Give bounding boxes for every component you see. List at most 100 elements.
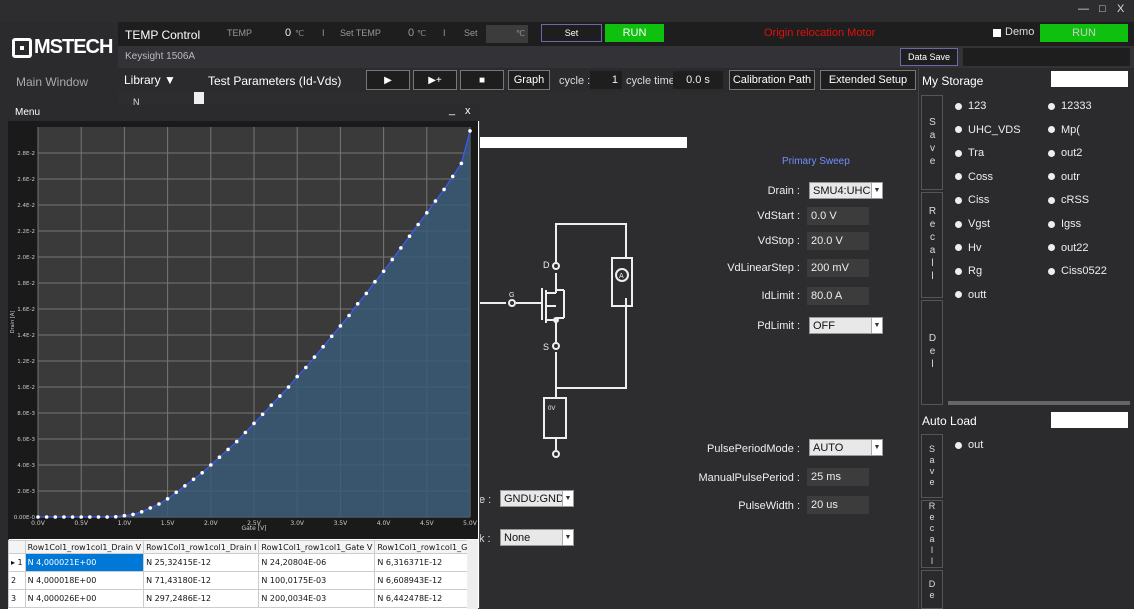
gndu-select[interactable]: GNDU:GND ▼	[500, 490, 574, 507]
table-cell[interactable]: 3	[8, 589, 26, 608]
storage-item-label: out22	[1061, 241, 1089, 254]
menu-titlebar[interactable]	[8, 105, 480, 121]
storage-item[interactable]: out2	[1048, 147, 1082, 159]
storage-item[interactable]: Igss	[1048, 218, 1081, 230]
y-tick-label: 2.8E-2	[17, 151, 35, 157]
autoload-item[interactable]: out	[955, 439, 983, 451]
pulse-width-input[interactable]: 20 us	[807, 496, 869, 514]
table-cell[interactable]: N 6,608943E-12	[374, 571, 474, 590]
storage-item[interactable]: 12333	[1048, 100, 1092, 112]
drain-select[interactable]: SMU4:UHC ▼	[809, 182, 883, 199]
data-point	[157, 502, 161, 506]
table-cell[interactable]: ▸ 1	[8, 553, 26, 572]
storage-search-input[interactable]	[1051, 71, 1128, 87]
table-header[interactable]: Row1Col1_row1col1_Gate I	[374, 540, 474, 554]
table-header[interactable]: Row1Col1_row1col1_Gate V	[258, 540, 376, 554]
storage-item[interactable]: Rg	[955, 265, 982, 277]
close-icon[interactable]: X	[1117, 3, 1124, 15]
data-point	[131, 512, 135, 517]
storage-del-label: Del	[927, 333, 938, 372]
vdlinear-input[interactable]: 200 mV	[807, 259, 869, 277]
autoload-save-button[interactable]: Save	[921, 434, 943, 498]
main-window-label[interactable]: Main Window	[16, 75, 88, 89]
cycle-input[interactable]: 1	[590, 71, 622, 89]
temp-set-button[interactable]: Set	[541, 24, 602, 42]
graph-button[interactable]: Graph	[508, 70, 550, 90]
table-cell[interactable]: N 297,2486E-12	[143, 589, 260, 608]
minimize-icon[interactable]: —	[1078, 3, 1089, 15]
storage-item[interactable]: outr	[1048, 171, 1080, 183]
table-scrollbar[interactable]	[467, 540, 478, 609]
table-header[interactable]: Row1Col1_row1col1_Drain V	[24, 540, 145, 554]
extended-setup-button[interactable]: Extended Setup	[820, 70, 916, 90]
path-input[interactable]	[476, 137, 687, 148]
library-button[interactable]: Library ▼	[124, 73, 176, 87]
table-header[interactable]: Row1Col1_row1col1_Drain I	[143, 540, 260, 554]
primary-sweep-label: Primary Sweep	[782, 156, 850, 167]
pdlimit-select[interactable]: OFF ▼	[809, 317, 883, 334]
none-select[interactable]: None ▼	[500, 529, 574, 546]
storage-item[interactable]: UHC_VDS	[955, 124, 1021, 136]
storage-scrollbar[interactable]	[948, 401, 1130, 405]
storage-item[interactable]: Ciss	[955, 194, 989, 206]
stop-button[interactable]: ■	[460, 70, 504, 90]
storage-item[interactable]: out22	[1048, 242, 1089, 254]
idlimit-input[interactable]: 80.0 A	[807, 287, 869, 305]
play-plus-button[interactable]: ▶+	[413, 70, 457, 90]
table-cell[interactable]: N 4,000021E+00	[24, 553, 145, 572]
storage-item[interactable]: Mp(	[1048, 124, 1080, 136]
demo-run-button[interactable]: RUN	[1040, 24, 1128, 42]
y-tick-label: 0.00E-0	[14, 515, 36, 521]
autoload-search-input[interactable]	[1051, 412, 1128, 428]
storage-del-button[interactable]: Del	[921, 300, 943, 405]
pulse-mode-select[interactable]: AUTO ▼	[809, 439, 883, 456]
storage-item[interactable]: Ciss0522	[1048, 265, 1107, 277]
pdlimit-select-value: OFF	[813, 320, 835, 332]
cycle-time-input[interactable]: 0.0 s	[673, 71, 723, 89]
table-cell[interactable]: N 4,000026E+00	[24, 589, 145, 608]
storage-item[interactable]: Coss	[955, 171, 993, 183]
table-row[interactable]: 3N 4,000026E+00 N 297,2486E-12 N 200,0034E…	[8, 589, 474, 608]
autoload-del-button[interactable]: De	[921, 570, 943, 609]
table-cell[interactable]: N 6,442478E-12	[374, 589, 474, 608]
table-cell[interactable]: 2	[8, 571, 26, 590]
storage-item[interactable]: outt	[955, 289, 986, 301]
table-cell[interactable]: N 24,20804E-06	[258, 553, 376, 572]
data-save-button[interactable]: Data Save	[900, 48, 958, 66]
data-point	[79, 515, 83, 519]
vdstop-input[interactable]: 20.0 V	[807, 232, 869, 250]
table-cell[interactable]: N 25,32415E-12	[143, 553, 260, 572]
table-row[interactable]: ▸ 1N 4,000021E+00 N 25,32415E-12 N 24,2080…	[8, 553, 474, 572]
storage-item[interactable]: Hv	[955, 242, 981, 254]
temp-run-button[interactable]: RUN	[605, 24, 664, 42]
play-button[interactable]: ▶	[366, 70, 410, 90]
table-row[interactable]: 2N 4,000018E+00 N 71,43180E-12 N 100,0175E…	[8, 571, 474, 590]
autoload-recall-button[interactable]: Recall	[921, 500, 943, 568]
table-cell[interactable]: N 71,43180E-12	[143, 571, 260, 590]
table-cell[interactable]: N 200,0034E-03	[258, 589, 376, 608]
manual-pulse-input[interactable]: 25 ms	[807, 468, 869, 486]
data-save-path[interactable]	[963, 48, 1130, 66]
table-header[interactable]	[8, 540, 26, 554]
autoload-title: Auto Load	[922, 414, 977, 428]
storage-item[interactable]: cRSS	[1048, 194, 1089, 206]
storage-item[interactable]: Tra	[955, 147, 984, 159]
chevron-down-icon: ▼	[871, 183, 882, 198]
close-icon[interactable]: x	[465, 105, 471, 117]
storage-item[interactable]: Vgst	[955, 218, 990, 230]
storage-save-button[interactable]: Save	[921, 95, 943, 190]
library-scroll[interactable]	[194, 92, 204, 104]
table-cell[interactable]: N 6,316371E-12	[374, 553, 474, 572]
demo-checkbox[interactable]	[993, 29, 1001, 37]
vdstart-input[interactable]: 0.0 V	[807, 207, 869, 225]
storage-recall-button[interactable]: Recall	[921, 192, 943, 298]
calibration-button[interactable]: Calibration Path	[729, 70, 815, 90]
set-temp-value: 0	[408, 27, 415, 39]
storage-item[interactable]: 123	[955, 100, 986, 112]
minimize-icon[interactable]: _	[449, 104, 455, 116]
maximize-icon[interactable]: □	[1099, 3, 1106, 15]
radio-icon	[1048, 220, 1055, 228]
radio-icon	[955, 441, 962, 449]
table-cell[interactable]: N 100,0175E-03	[258, 571, 376, 590]
table-cell[interactable]: N 4,000018E+00	[24, 571, 145, 590]
